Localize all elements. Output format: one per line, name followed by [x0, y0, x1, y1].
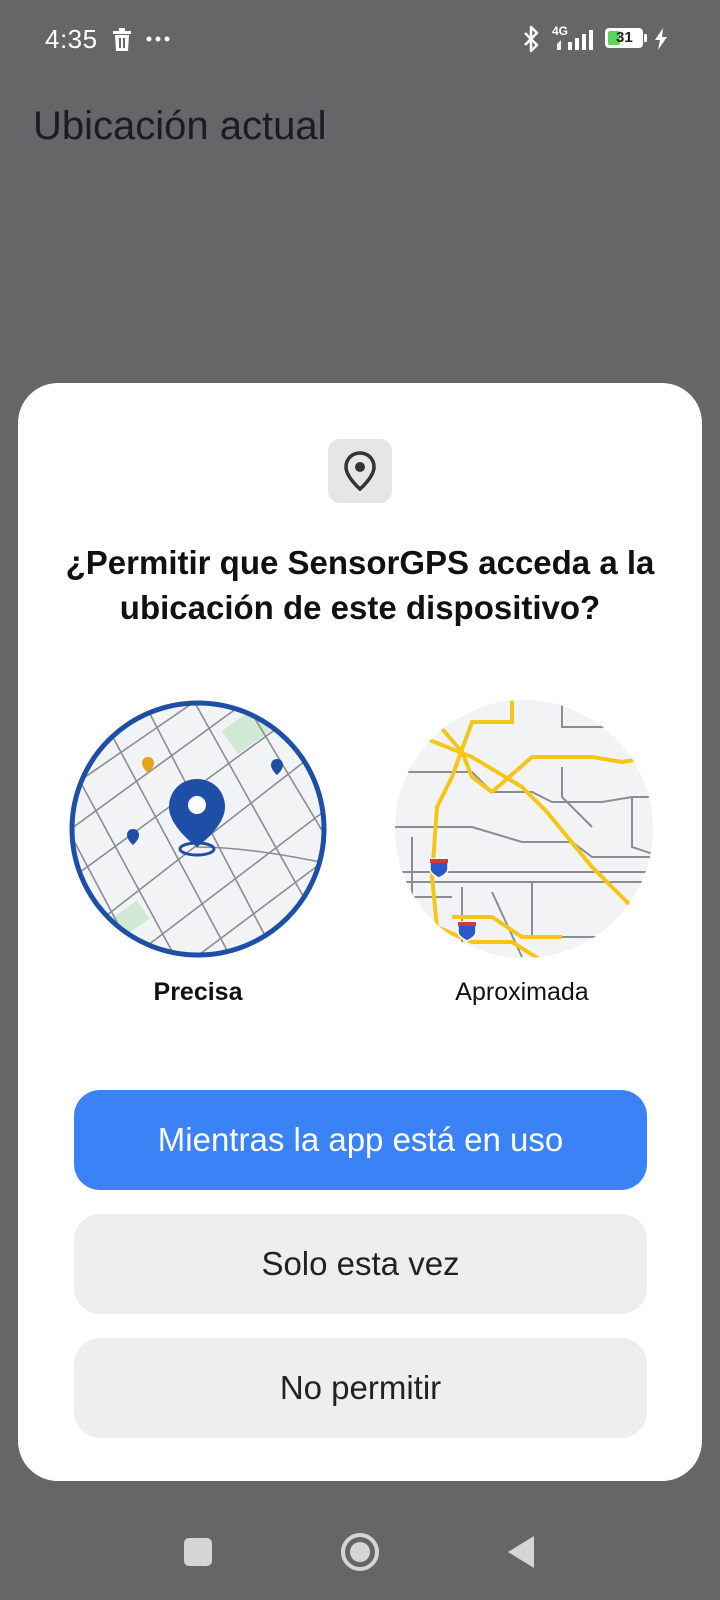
page-title: Ubicación actual	[33, 104, 327, 148]
location-pin-icon	[328, 439, 392, 503]
back-triangle-icon[interactable]	[506, 1534, 536, 1570]
trash-icon	[113, 28, 131, 51]
status-time: 4:35	[45, 24, 98, 54]
allow-while-using-button[interactable]: Mientras la app está en uso	[74, 1090, 647, 1190]
status-bar: 4:35 4G 31	[0, 0, 720, 80]
recents-square-icon[interactable]	[184, 1538, 212, 1566]
more-dots-icon	[146, 36, 170, 42]
navigation-bar	[0, 1500, 720, 1600]
battery-icon: 31	[605, 28, 647, 48]
deny-button[interactable]: No permitir	[74, 1338, 647, 1438]
allow-once-button[interactable]: Solo esta vez	[74, 1214, 647, 1314]
bluetooth-icon	[524, 25, 539, 53]
precise-option-label: Precisa	[153, 978, 243, 1006]
battery-level: 31	[616, 29, 633, 46]
precise-location-option[interactable]	[66, 697, 330, 961]
approximate-option-label: Aproximada	[455, 978, 589, 1006]
signal-icon	[557, 30, 593, 50]
charging-icon	[655, 28, 667, 50]
dialog-title: ¿Permitir que SensorGPS acceda a la ubic…	[65, 544, 655, 626]
home-circle-icon[interactable]	[340, 1532, 380, 1572]
approximate-location-option[interactable]	[392, 697, 656, 961]
